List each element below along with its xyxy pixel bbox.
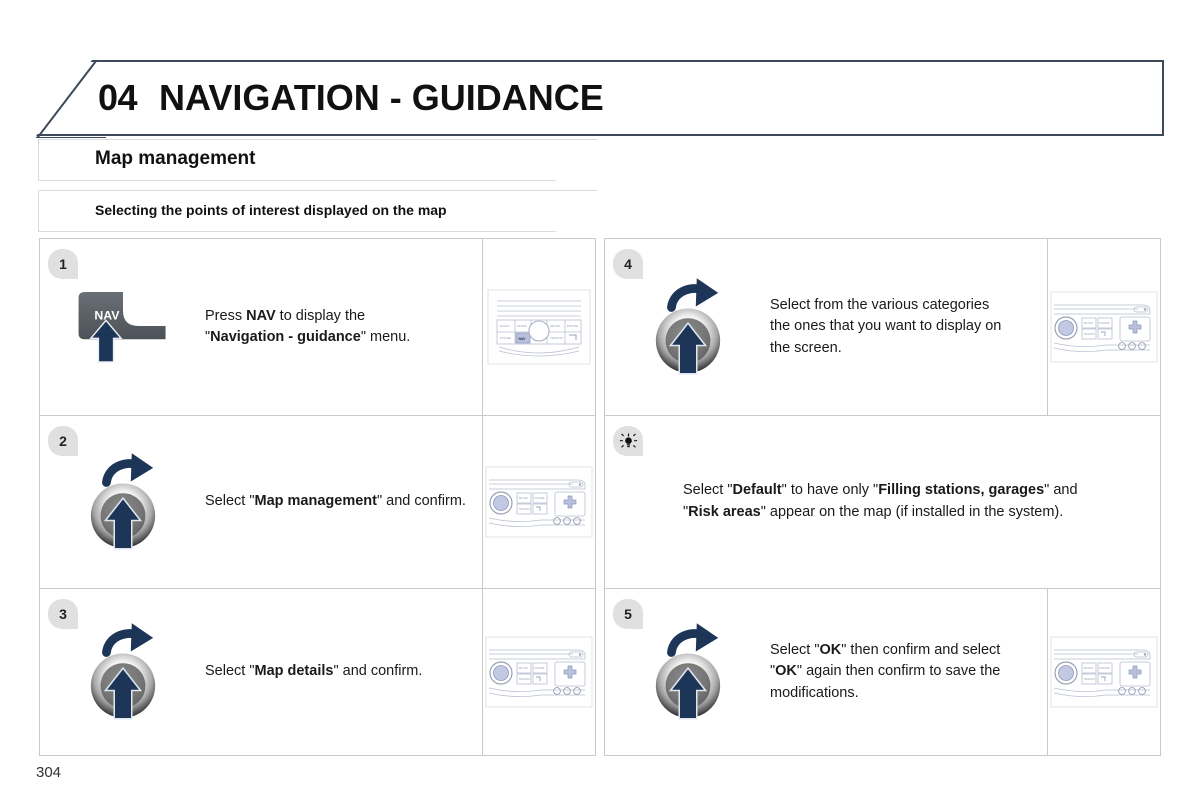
- step-media-4: [1047, 239, 1160, 415]
- step-cell-3: 3 Select "Map details" and confirm.: [39, 589, 596, 756]
- step-badge-4: 4: [613, 249, 643, 279]
- step-badge-1: 1: [48, 249, 78, 279]
- radio-panel-wide-icon: [485, 636, 593, 708]
- subsection-title: Selecting the points of interest display…: [95, 202, 447, 218]
- steps-grid: 1 Press NAV to display the "Navigation - …: [39, 238, 1161, 756]
- lightbulb-tip-icon: [613, 426, 643, 456]
- step-media-1: [482, 239, 595, 415]
- rotary-knob-icon: [40, 449, 205, 555]
- step-cell-5: 5 Select "OK" then confirm and select "OK…: [604, 589, 1161, 756]
- steps-column-right: 4 Select from the various categories the …: [604, 238, 1161, 756]
- tip-cell: Select "Default" to have only "Filling s…: [604, 416, 1161, 589]
- step-badge-5: 5: [613, 599, 643, 629]
- step-badge-2: 2: [48, 426, 78, 456]
- chapter-title: NAVIGATION - GUIDANCE: [159, 77, 604, 118]
- tip-content: Select "Default" to have only "Filling s…: [605, 416, 1160, 588]
- step-text-2: Select "Map management" and confirm.: [205, 493, 466, 510]
- step-content-3: 3 Select "Map details" and confirm.: [40, 589, 482, 755]
- step-media-2: [482, 416, 595, 588]
- page-number: 304: [36, 764, 62, 781]
- chapter-number: 04: [98, 77, 138, 118]
- step-cell-2: 2 Select "Map management" and confirm.: [39, 416, 596, 589]
- step-text-3: Select "Map details" and confirm.: [205, 663, 423, 680]
- tip-text: Select "Default" to have only "Filling s…: [683, 482, 1078, 520]
- rotary-knob-icon: [40, 619, 205, 725]
- manual-page: 04 NAVIGATION - GUIDANCE Map management …: [0, 0, 1200, 800]
- radio-panel-wide-icon: [1050, 291, 1158, 363]
- section-banner: Map management: [38, 139, 598, 181]
- step-content-5: 5 Select "OK" then confirm and select "OK…: [605, 589, 1047, 755]
- step-text-5: Select "OK" then confirm and select "OK" …: [770, 642, 1001, 701]
- step-content-4: 4 Select from the various categories the …: [605, 239, 1047, 415]
- step-cell-4: 4 Select from the various categories the …: [604, 238, 1161, 416]
- rotary-knob-icon: [605, 274, 770, 380]
- step-media-3: [482, 589, 595, 755]
- step-content-1: 1 Press NAV to display the "Navigation - …: [40, 239, 482, 415]
- radio-panel-wide-icon: [485, 466, 593, 538]
- nav-button-icon: [40, 286, 205, 368]
- step-badge-3: 3: [48, 599, 78, 629]
- radio-panel-wide-icon: [1050, 636, 1158, 708]
- step-cell-1: 1 Press NAV to display the "Navigation - …: [39, 238, 596, 416]
- radio-panel-nav-highlight-icon: [487, 289, 591, 365]
- steps-column-left: 1 Press NAV to display the "Navigation - …: [39, 238, 596, 756]
- rotary-knob-icon: [605, 619, 770, 725]
- step-content-2: 2 Select "Map management" and confirm.: [40, 416, 482, 588]
- step-media-5: [1047, 589, 1160, 755]
- subsection-banner: Selecting the points of interest display…: [38, 190, 598, 232]
- section-title: Map management: [95, 148, 256, 169]
- step-text-1: Press NAV to display the "Navigation - gu…: [205, 307, 411, 345]
- page-title: 04 NAVIGATION - GUIDANCE: [98, 68, 604, 128]
- step-text-4: Select from the various categories the on…: [770, 297, 1002, 356]
